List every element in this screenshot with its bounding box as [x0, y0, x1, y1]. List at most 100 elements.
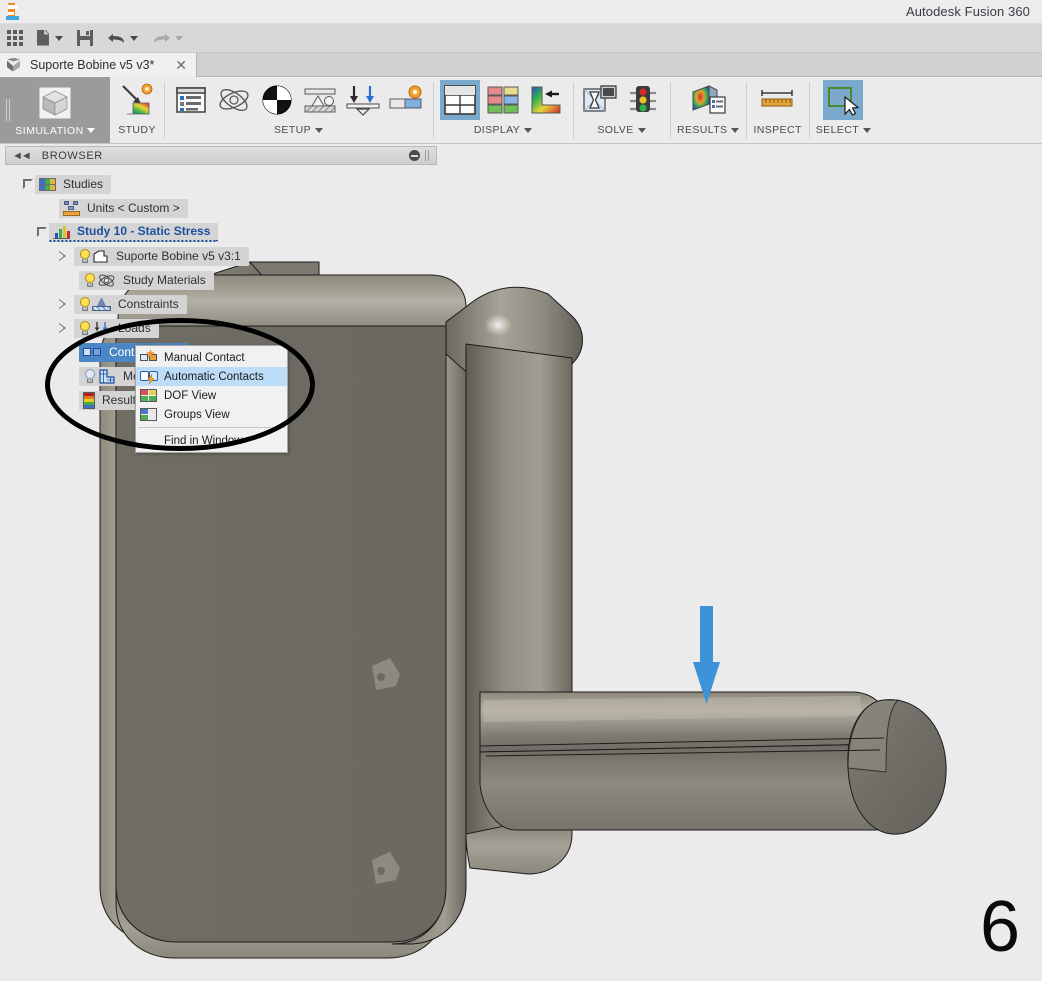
new-document-button[interactable]: [30, 25, 70, 52]
measure-button[interactable]: [758, 80, 798, 120]
fusion-logo-icon: [5, 3, 22, 20]
atom-icon: [219, 88, 249, 112]
ribbon-group-inspect-label: INSPECT: [753, 124, 801, 136]
tree-item-label: Constraints: [118, 297, 179, 311]
contacts-icon: [83, 347, 102, 358]
menu-item-label: DOF View: [164, 389, 217, 402]
select-button[interactable]: [823, 80, 864, 120]
visibility-bulb-icon[interactable]: [83, 272, 97, 288]
visibility-bulb-icon[interactable]: [78, 296, 92, 312]
tree-item-units[interactable]: Units < Custom >: [0, 196, 440, 220]
selection-cursor-icon: [828, 87, 860, 116]
redo-button[interactable]: [145, 25, 190, 52]
pre-check-button[interactable]: [580, 80, 620, 120]
workspace-label-text: SIMULATION: [15, 124, 84, 137]
save-button[interactable]: [70, 25, 100, 52]
expander-right-icon[interactable]: [58, 298, 67, 310]
expander-right-icon[interactable]: [58, 322, 67, 334]
traffic-light-icon: [630, 86, 656, 112]
results-button[interactable]: [688, 80, 728, 120]
collapse-left-icon[interactable]: ◄◄: [12, 150, 32, 162]
browser-panel-title: BROWSER: [41, 149, 103, 162]
units-icon: [63, 200, 80, 216]
menu-item-label: Find in Window: [164, 434, 243, 447]
context-menu[interactable]: Manual Contact Automatic Contacts DOF Vi…: [135, 345, 288, 453]
tree-item-content[interactable]: Suporte Bobine v5 v3:1: [74, 246, 249, 266]
solve-status-button[interactable]: [623, 80, 663, 120]
legend-arrow-icon: [531, 86, 561, 114]
close-icon[interactable]: ✕: [172, 58, 190, 72]
simplify-button[interactable]: [171, 80, 211, 120]
tree-item-label: Study 10 - Static Stress: [77, 224, 211, 238]
automatic-contacts-icon: [140, 369, 158, 384]
chevron-down-icon: [55, 35, 63, 41]
loads-icon: [92, 321, 111, 336]
ribbon-toolbar: SIMULATION STUDY SETUP DISPLAY SOLVE RES…: [0, 77, 1042, 144]
tree-item-study-materials[interactable]: Study Materials: [0, 268, 440, 292]
hourglass-monitor-icon: [583, 85, 617, 112]
chevron-down-icon: [86, 128, 95, 133]
menu-item-dof-view[interactable]: DOF View: [136, 386, 287, 405]
drag-handle[interactable]: [6, 99, 10, 121]
app-grid-button[interactable]: [0, 25, 30, 52]
browser-panel-header: ◄◄ BROWSER: [5, 146, 437, 165]
undo-button[interactable]: [100, 25, 145, 52]
tree-item-label: Studies: [63, 177, 104, 191]
tree-item-label: Suporte Bobine v5 v3:1: [116, 249, 241, 263]
expander-right-icon[interactable]: [58, 250, 67, 262]
workspace-label: SIMULATION: [15, 124, 95, 137]
expander-down-icon[interactable]: [36, 226, 49, 238]
tree-item-studies[interactable]: Studies: [0, 172, 440, 196]
cube-icon: [37, 86, 73, 120]
tree-item-loads[interactable]: Loads: [0, 316, 440, 340]
ribbon-group-inspect: INSPECT: [746, 77, 808, 143]
group-label-text: SELECT: [815, 124, 860, 136]
panel-drag-handle[interactable]: [425, 150, 430, 161]
workspace-switcher[interactable]: SIMULATION: [0, 77, 110, 143]
dof-view-icon: [140, 388, 158, 403]
visibility-bulb-icon[interactable]: [78, 248, 92, 264]
page-number: 6: [979, 887, 1020, 967]
ribbon-group-solve: SOLVE: [573, 77, 670, 143]
tree-item-content[interactable]: Units < Custom >: [59, 198, 188, 218]
body-icon: [92, 249, 109, 264]
tree-item-study-10[interactable]: Study 10 - Static Stress: [0, 220, 440, 244]
contacts-button[interactable]: [257, 80, 297, 120]
visibility-bulb-icon[interactable]: [83, 368, 97, 384]
mesh-visibility-button[interactable]: [440, 80, 480, 120]
document-tab-strip: Suporte Bobine v5 v3* ✕: [0, 53, 1042, 77]
constraints-button[interactable]: [300, 80, 340, 120]
manage-button[interactable]: [386, 80, 426, 120]
tree-item-content[interactable]: Studies: [35, 174, 112, 194]
tree-item-content[interactable]: Study 10 - Static Stress: [49, 222, 219, 242]
contact-sphere-icon: [262, 85, 292, 115]
color-display-button[interactable]: [483, 80, 523, 120]
loads-button[interactable]: [343, 80, 383, 120]
new-study-button[interactable]: [117, 80, 157, 120]
menu-item-find-in-window[interactable]: Find in Window: [136, 431, 287, 450]
list-panel-icon: [176, 87, 206, 113]
tree-item-constraints[interactable]: Constraints: [0, 292, 440, 316]
study-materials-button[interactable]: [214, 80, 254, 120]
tree-item-content[interactable]: Loads: [74, 318, 159, 338]
chevron-down-icon: [524, 127, 533, 133]
menu-item-groups-view[interactable]: Groups View: [136, 405, 287, 424]
tree-item-body[interactable]: Suporte Bobine v5 v3:1: [0, 244, 440, 268]
quick-access-toolbar: [0, 24, 1042, 53]
fusion-360-window: Autodesk Fusion 360 Suporte Bobine v5 v3…: [0, 0, 1042, 981]
load-arrow: [693, 606, 720, 704]
group-label-text: DISPLAY: [473, 124, 521, 136]
legend-display-button[interactable]: [526, 80, 566, 120]
menu-item-manual-contact[interactable]: Manual Contact: [136, 348, 287, 367]
expander-down-icon[interactable]: [22, 178, 35, 190]
menu-item-automatic-contacts[interactable]: Automatic Contacts: [136, 367, 287, 386]
tree-item-content[interactable]: Study Materials: [79, 270, 214, 290]
minimize-icon[interactable]: [409, 150, 420, 161]
document-tab[interactable]: Suporte Bobine v5 v3* ✕: [0, 53, 197, 77]
tree-item-label: Loads: [118, 321, 151, 335]
group-label-text: STUDY: [118, 124, 156, 136]
tree-item-content[interactable]: Constraints: [74, 294, 187, 314]
chevron-down-icon: [130, 35, 138, 41]
groups-view-icon: [140, 407, 158, 422]
visibility-bulb-icon[interactable]: [78, 320, 92, 336]
